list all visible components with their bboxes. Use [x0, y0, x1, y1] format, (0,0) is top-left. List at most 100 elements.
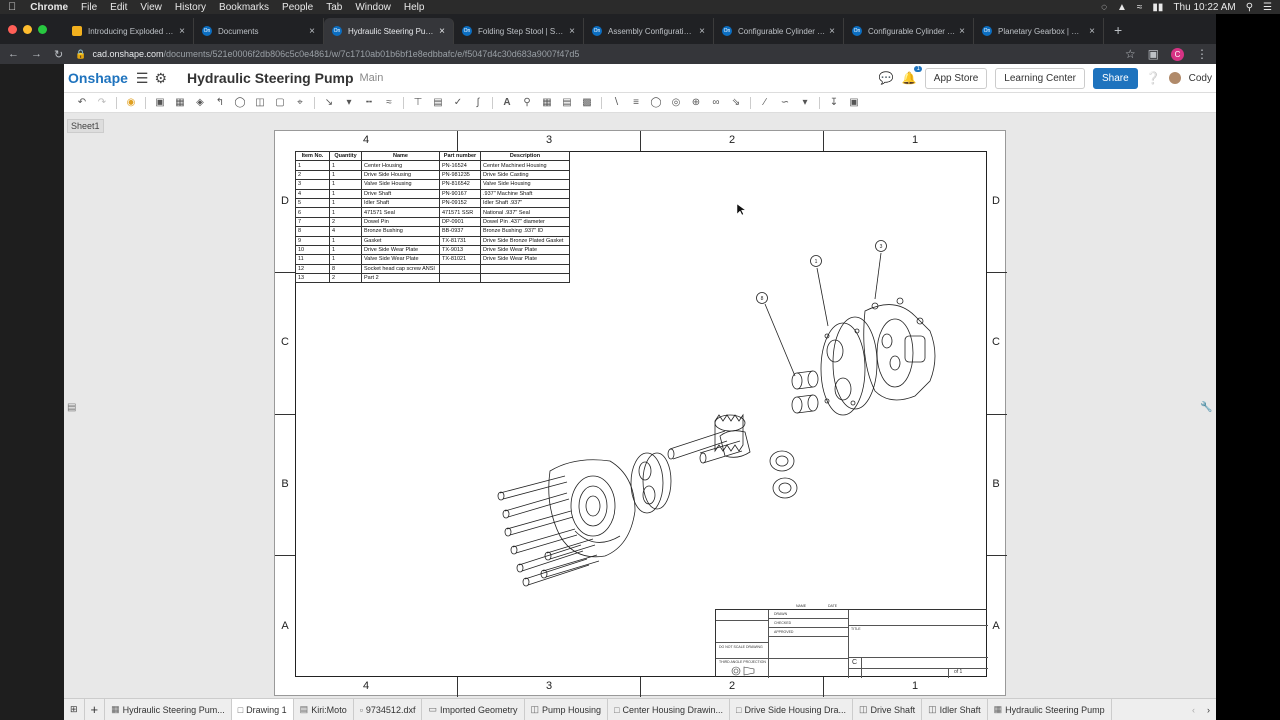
close-tab-icon[interactable]: ×: [439, 26, 445, 37]
properties-panel-icon[interactable]: 🔧: [1200, 402, 1212, 413]
browser-tab-2[interactable]: On Hydraulic Steering Pump ×: [324, 18, 454, 44]
projected-view-icon[interactable]: ▦: [170, 94, 190, 112]
browser-tab-3[interactable]: On Folding Step Stool | Step ×: [454, 18, 584, 44]
add-element-button[interactable]: +: [85, 698, 106, 720]
scroll-right-icon[interactable]: ›: [1201, 699, 1216, 720]
minimize-window-button[interactable]: [23, 25, 32, 34]
user-name[interactable]: Cody: [1189, 73, 1212, 84]
hole-table-icon[interactable]: ▩: [577, 94, 597, 112]
reload-icon[interactable]: ↻: [54, 48, 63, 61]
menu-file[interactable]: File: [81, 2, 97, 13]
dimension-dropdown-icon[interactable]: ▾: [339, 94, 359, 112]
element-tab[interactable]: ▭ Imported Geometry: [422, 698, 525, 720]
close-tab-icon[interactable]: ×: [699, 26, 705, 37]
zoom-window-button[interactable]: [38, 25, 47, 34]
menu-tab[interactable]: Tab: [326, 2, 342, 13]
element-tab[interactable]: ▤ Kiri:Moto: [294, 698, 354, 720]
element-tab[interactable]: ▦ Hydraulic Steering Pum...: [105, 698, 232, 720]
clock[interactable]: Thu 10:22 AM: [1173, 2, 1235, 13]
document-title[interactable]: Hydraulic Steering Pump: [187, 70, 353, 86]
profile-avatar[interactable]: C: [1171, 47, 1184, 61]
feature-control-frame-icon[interactable]: ▤: [428, 94, 448, 112]
help-icon[interactable]: ❔: [1146, 71, 1161, 85]
spline-dropdown-icon[interactable]: ▾: [795, 94, 815, 112]
crop-view-icon[interactable]: ⌖: [290, 94, 310, 112]
ordinate-dimension-icon[interactable]: ╍: [359, 94, 379, 112]
balloon-8[interactable]: 8: [756, 292, 768, 304]
close-tab-icon[interactable]: ×: [959, 26, 965, 37]
vpn-icon[interactable]: ▲: [1117, 2, 1127, 13]
balloon-1[interactable]: 1: [810, 255, 822, 267]
browser-tab-1[interactable]: On Documents ×: [194, 18, 324, 44]
centerline-icon[interactable]: ∖: [606, 94, 626, 112]
close-tab-icon[interactable]: ×: [569, 26, 575, 37]
apple-icon[interactable]: : [8, 1, 16, 13]
line-icon[interactable]: ∕: [755, 94, 775, 112]
text-icon[interactable]: A: [497, 94, 517, 112]
menu-chrome[interactable]: Chrome: [30, 2, 68, 13]
redo-icon[interactable]: ↷: [92, 94, 112, 112]
app-store-button[interactable]: App Store: [924, 67, 988, 89]
new-tab-button[interactable]: +: [1104, 22, 1132, 44]
element-tab[interactable]: ◫ Pump Housing: [525, 698, 609, 720]
title-block[interactable]: DRAWN CHECKED APPROVED NAME DATE TITLE D…: [715, 604, 988, 678]
extensions-icon[interactable]: ▣: [1148, 47, 1159, 61]
element-tab[interactable]: ▦ Hydraulic Steering Pump: [988, 698, 1112, 720]
browser-tab-0[interactable]: Introducing Exploded Vie ×: [64, 18, 194, 44]
image-icon[interactable]: ▣: [844, 94, 864, 112]
element-tab[interactable]: ◫ Idler Shaft: [922, 698, 988, 720]
element-tab[interactable]: □ Drive Side Housing Dra...: [730, 698, 854, 720]
onshape-logo[interactable]: Onshape: [68, 70, 128, 86]
section-view-icon[interactable]: ↰: [210, 94, 230, 112]
auxiliary-view-icon[interactable]: ◈: [190, 94, 210, 112]
comments-icon[interactable]: 💬: [879, 71, 894, 85]
sheet-tab[interactable]: Sheet1: [67, 119, 104, 133]
feature-tree-icon[interactable]: ⚙: [154, 70, 167, 87]
spotlight-icon[interactable]: ⚲: [1246, 2, 1253, 13]
user-avatar[interactable]: [1168, 72, 1181, 84]
menu-window[interactable]: Window: [355, 2, 391, 13]
chamfer-dimension-icon[interactable]: ≈: [379, 94, 399, 112]
element-tab[interactable]: ▫ 9734512.dxf: [354, 698, 423, 720]
surface-finish-icon[interactable]: ✓: [448, 94, 468, 112]
close-tab-icon[interactable]: ×: [309, 26, 315, 37]
control-center-icon[interactable]: ☰: [1263, 2, 1272, 13]
menu-help[interactable]: Help: [404, 2, 425, 13]
center-mark-add-icon[interactable]: ⊕: [686, 94, 706, 112]
balloon-icon[interactable]: ◯: [646, 94, 666, 112]
sketch-icon[interactable]: ⇘: [726, 94, 746, 112]
browser-tab-6[interactable]: On Configurable Cylinder | A ×: [844, 18, 974, 44]
break-out-icon[interactable]: ▢: [270, 94, 290, 112]
datum-icon[interactable]: ⊤: [408, 94, 428, 112]
close-window-button[interactable]: [8, 25, 17, 34]
element-tab[interactable]: □ Drawing 1: [231, 698, 294, 720]
spline-icon[interactable]: ∽: [775, 94, 795, 112]
export-icon[interactable]: ↧: [824, 94, 844, 112]
insert-view-icon[interactable]: ▣: [150, 94, 170, 112]
format-painter-icon[interactable]: ◉: [121, 94, 141, 112]
callout-icon[interactable]: ⚲: [517, 94, 537, 112]
share-button[interactable]: Share: [1093, 67, 1138, 89]
scroll-left-icon[interactable]: ‹: [1186, 699, 1201, 720]
menu-edit[interactable]: Edit: [110, 2, 127, 13]
table-icon[interactable]: ▦: [537, 94, 557, 112]
browser-tab-4[interactable]: On Assembly Configurations ×: [584, 18, 714, 44]
drawing-sheet[interactable]: 4 3 2 1 4 3 2 1 D C B A D C B A Item No.…: [274, 130, 1007, 697]
battery-icon[interactable]: ▮▮: [1152, 2, 1163, 13]
detail-view-icon[interactable]: ◯: [230, 94, 250, 112]
learning-center-button[interactable]: Learning Center: [995, 67, 1085, 89]
wifi-icon[interactable]: ≈: [1137, 2, 1143, 13]
chrome-menu-icon[interactable]: ⋮: [1196, 47, 1208, 61]
close-tab-icon[interactable]: ×: [179, 26, 185, 37]
url-field[interactable]: 🔒 cad.onshape.com/documents/521e0006f2db…: [75, 49, 1125, 60]
dimension-icon[interactable]: ↘: [319, 94, 339, 112]
browser-tab-7[interactable]: On Planetary Gearbox | Mast ×: [974, 18, 1104, 44]
bom-icon[interactable]: ▤: [557, 94, 577, 112]
creative-cloud-icon[interactable]: ◌: [1101, 2, 1107, 13]
menu-history[interactable]: History: [175, 2, 206, 13]
browser-tab-5[interactable]: On Configurable Cylinder | A ×: [714, 18, 844, 44]
close-tab-icon[interactable]: ×: [1089, 26, 1095, 37]
hamburger-menu-icon[interactable]: ☰: [136, 70, 149, 87]
close-tab-icon[interactable]: ×: [829, 26, 835, 37]
balloon-3[interactable]: 3: [875, 240, 887, 252]
